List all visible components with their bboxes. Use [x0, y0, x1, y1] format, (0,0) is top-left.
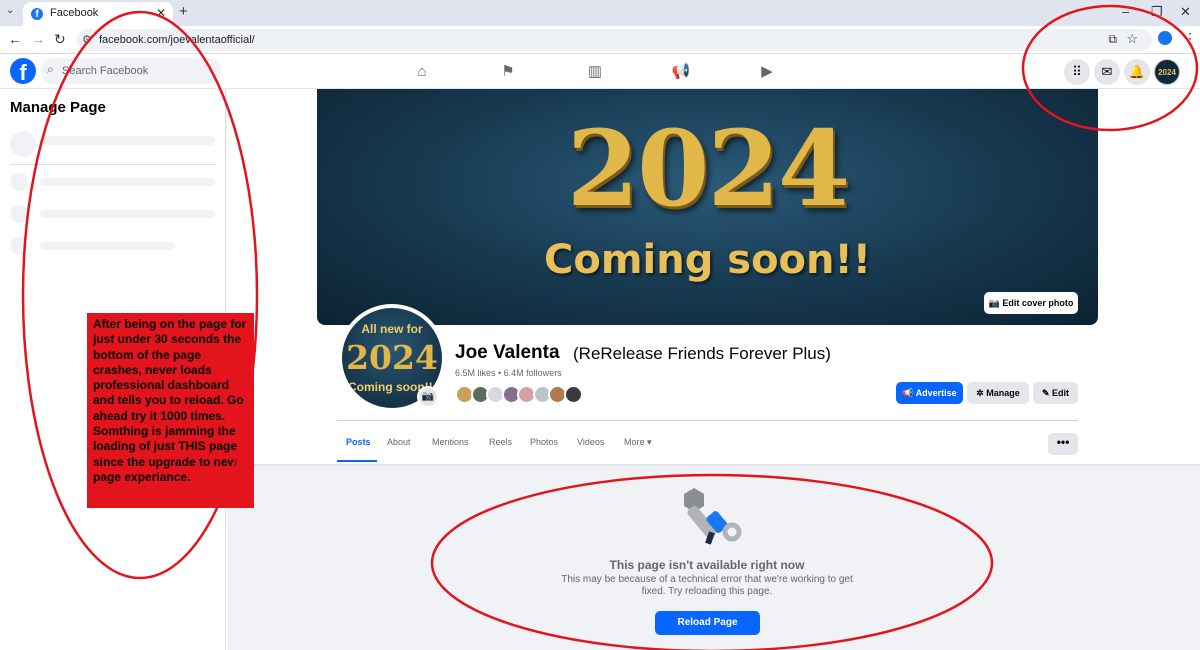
- tab-title: Facebook: [50, 7, 99, 19]
- error-description: This may be because of a technical error…: [561, 574, 853, 597]
- page-title: Joe Valenta: [455, 342, 560, 363]
- megaphone-icon: 📢: [902, 388, 916, 398]
- account-avatar[interactable]: 2024: [1154, 59, 1180, 85]
- tab-reels[interactable]: Reels: [489, 437, 512, 447]
- skeleton-line: [40, 242, 175, 250]
- tab-photos[interactable]: Photos: [530, 437, 558, 447]
- chrome-profile-icon[interactable]: [1158, 31, 1172, 45]
- tab-about[interactable]: About: [387, 437, 411, 447]
- tab-posts[interactable]: Posts: [346, 437, 371, 447]
- active-tab-indicator: [337, 460, 377, 462]
- page-stats[interactable]: 6.5M likes • 6.4M followers: [455, 368, 562, 378]
- annotation-note: After being on the page for just under 3…: [87, 313, 254, 508]
- camera-icon[interactable]: 📷: [417, 386, 439, 408]
- edit-label: Edit: [1052, 388, 1070, 398]
- messenger-icon[interactable]: ✉: [1094, 59, 1120, 85]
- url-text[interactable]: facebook.com/joevalentaofficial/: [99, 34, 255, 46]
- address-bar[interactable]: ⚙ facebook.com/joevalentaofficial/ ⧉ ☆: [77, 29, 1152, 51]
- profile-picture-year: 2024: [346, 338, 438, 377]
- skeleton-line: [40, 210, 215, 218]
- skeleton-line: [40, 136, 215, 145]
- browser-toolbar: ← → ↻ ⚙ facebook.com/joevalentaofficial/…: [0, 26, 1200, 54]
- edit-cover-label: Edit cover photo: [1002, 298, 1074, 308]
- skeleton-avatar: [10, 173, 28, 191]
- reload-icon[interactable]: ↻: [54, 31, 66, 48]
- broken-wrench-icon: [684, 488, 742, 545]
- facebook-favicon-icon: f: [31, 8, 43, 20]
- page-main: 2024 Coming soon!! 📷 Edit cover photo Al…: [227, 89, 1200, 650]
- skeleton-avatar: [10, 237, 28, 255]
- search-box[interactable]: ⌕ Search Facebook: [41, 58, 221, 84]
- manage-label: Manage: [986, 388, 1020, 398]
- install-app-icon[interactable]: ⧉: [1108, 32, 1117, 47]
- new-tab-button[interactable]: +: [179, 3, 188, 20]
- search-icon: ⌕: [47, 62, 54, 76]
- browser-tab[interactable]: f Facebook ✕: [23, 2, 173, 26]
- page-subtitle: (ReRelease Friends Forever Plus): [573, 344, 831, 363]
- flag-icon[interactable]: ⚑: [497, 61, 519, 83]
- dashboard-icon[interactable]: ▥: [584, 61, 606, 83]
- close-window-button[interactable]: ✕: [1180, 4, 1191, 20]
- advertise-button[interactable]: 📢 Advertise: [896, 382, 963, 404]
- tab-more-label: More: [624, 437, 645, 447]
- more-options-button[interactable]: •••: [1048, 433, 1078, 455]
- friend-avatar[interactable]: [563, 385, 583, 404]
- cover-photo[interactable]: 2024 Coming soon!! 📷 Edit cover photo: [317, 89, 1098, 325]
- megaphone-icon[interactable]: 📢: [670, 61, 692, 83]
- browser-tab-strip: ⌄ f Facebook ✕ + – ❐ ✕: [0, 0, 1200, 26]
- chrome-menu-icon[interactable]: ⋮: [1183, 30, 1197, 47]
- restore-button[interactable]: ❐: [1151, 4, 1163, 20]
- profile-picture-line1: All new for: [361, 322, 423, 336]
- edit-button[interactable]: ✎ Edit: [1033, 382, 1078, 404]
- camera-icon: 📷: [988, 298, 1003, 308]
- back-icon[interactable]: ←: [8, 31, 22, 47]
- tab-list-icon[interactable]: ⌄: [6, 5, 14, 16]
- search-input[interactable]: Search Facebook: [62, 65, 148, 77]
- skeleton-avatar: [10, 205, 28, 223]
- sidebar-divider: [10, 164, 215, 165]
- reload-page-button[interactable]: Reload Page: [655, 611, 760, 635]
- tab-videos[interactable]: Videos: [577, 437, 604, 447]
- advertise-label: Advertise: [915, 388, 957, 398]
- tab-close-icon[interactable]: ✕: [156, 6, 166, 20]
- wrench-icon: ✲: [976, 388, 987, 398]
- facebook-header: f ⌕ Search Facebook ⌂ ⚑ ▥ 📢 ▶ ⠿ ✉ 🔔 2024: [0, 55, 1200, 89]
- manage-button[interactable]: ✲ Manage: [967, 382, 1029, 404]
- notifications-icon[interactable]: 🔔: [1124, 59, 1150, 85]
- skeleton-line: [40, 178, 215, 186]
- edit-cover-photo-button[interactable]: 📷 Edit cover photo: [984, 292, 1078, 314]
- facebook-logo[interactable]: f: [10, 58, 36, 85]
- cover-year: 2024: [566, 107, 850, 230]
- home-icon[interactable]: ⌂: [411, 61, 433, 83]
- cover-coming-soon: Coming soon!!: [544, 237, 871, 283]
- video-icon[interactable]: ▶: [756, 61, 778, 83]
- error-title: This page isn't available right now: [609, 558, 805, 572]
- page-profile-header: 2024 Coming soon!! 📷 Edit cover photo Al…: [227, 89, 1200, 464]
- tab-more[interactable]: More ▾: [624, 437, 652, 448]
- forward-icon[interactable]: →: [31, 31, 45, 47]
- skeleton-avatar: [10, 131, 36, 157]
- tab-mentions[interactable]: Mentions: [432, 437, 469, 447]
- menu-grid-icon[interactable]: ⠿: [1064, 59, 1090, 85]
- pencil-icon: ✎: [1041, 388, 1053, 398]
- site-info-icon[interactable]: ⚙: [82, 33, 92, 46]
- minimize-button[interactable]: –: [1122, 4, 1129, 19]
- chevron-down-icon: ▾: [644, 437, 652, 447]
- sidebar-title: Manage Page: [10, 99, 106, 116]
- tabs-divider: [337, 420, 1078, 421]
- bookmark-star-icon[interactable]: ☆: [1126, 31, 1138, 47]
